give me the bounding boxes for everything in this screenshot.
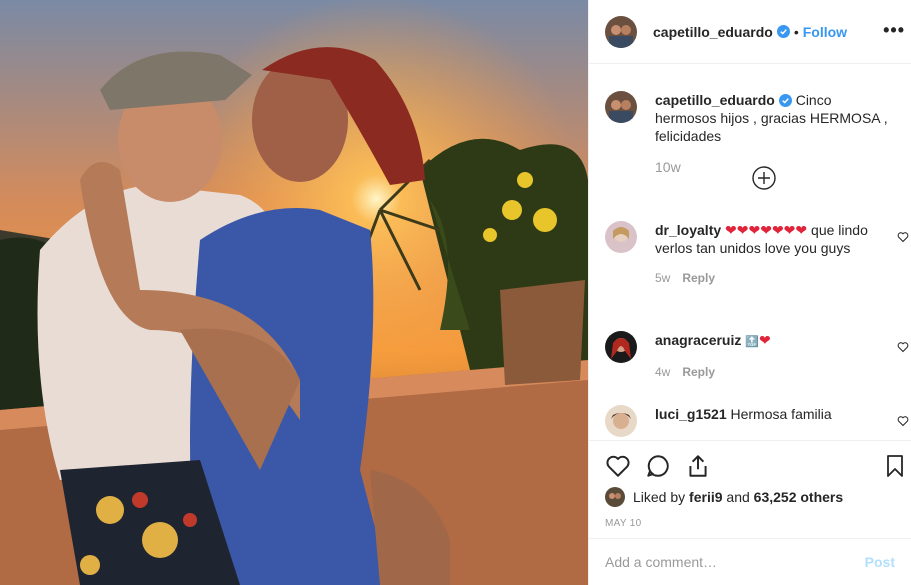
- comment-username[interactable]: dr_loyalty: [655, 222, 721, 238]
- share-icon[interactable]: [685, 453, 711, 479]
- post-actions: Liked by ferii9 and 63,252 others MAY 10: [589, 440, 911, 529]
- author-avatar[interactable]: [605, 15, 637, 48]
- comment-time[interactable]: 4w: [655, 365, 670, 379]
- comment-meta: 5w Reply: [655, 271, 885, 285]
- post-side-panel: capetillo_eduardo • Follow ••• capetillo…: [588, 0, 911, 585]
- comment-bubble-icon[interactable]: [645, 453, 671, 479]
- caption-username[interactable]: capetillo_eduardo: [655, 92, 775, 108]
- likes-others-count[interactable]: 63,252 others: [754, 489, 844, 505]
- commenter-avatar[interactable]: [605, 331, 637, 363]
- liked-by-prefix: Liked by: [633, 489, 686, 505]
- comment-item: anagraceruiz 🔝❤ 4w Reply: [605, 331, 909, 379]
- liker-username[interactable]: ferii9: [689, 489, 722, 505]
- post-photo[interactable]: [0, 0, 588, 585]
- caption-avatar[interactable]: [605, 91, 637, 123]
- reply-button[interactable]: Reply: [682, 365, 715, 379]
- comment-text: dr_loyalty ❤❤❤❤❤❤❤ que lindo verlos tan …: [655, 221, 885, 257]
- header-separator: •: [793, 23, 799, 40]
- liked-and: and: [726, 489, 750, 505]
- comment-heart: ❤: [758, 332, 771, 348]
- commenter-avatar[interactable]: [605, 221, 637, 253]
- comment-hearts: ❤❤❤❤❤❤❤: [725, 222, 808, 238]
- comment-text: anagraceruiz 🔝❤: [655, 331, 885, 351]
- caption: capetillo_eduardo Cinco hermosos hijos ,…: [605, 91, 895, 175]
- likes-summary: Liked by ferii9 and 63,252 others: [605, 487, 843, 507]
- comment-username[interactable]: luci_g1521: [655, 406, 727, 422]
- like-comment-icon[interactable]: [897, 231, 909, 243]
- post-header: capetillo_eduardo • Follow •••: [589, 0, 911, 64]
- top-emoji: 🔝: [745, 336, 759, 348]
- post-comment-button[interactable]: Post: [865, 554, 895, 570]
- like-heart-icon[interactable]: [605, 453, 631, 479]
- comment-item: dr_loyalty ❤❤❤❤❤❤❤ que lindo verlos tan …: [605, 221, 909, 285]
- like-comment-icon[interactable]: [897, 415, 909, 427]
- comment-item: luci_g1521 Hermosa familia: [605, 405, 909, 437]
- add-comment-input[interactable]: [605, 554, 865, 570]
- comment-text: luci_g1521 Hermosa familia: [655, 405, 832, 437]
- instagram-post: capetillo_eduardo • Follow ••• capetillo…: [0, 0, 911, 585]
- save-bookmark-icon[interactable]: [883, 453, 907, 479]
- sunset-couple-image: [0, 0, 588, 585]
- post-date[interactable]: MAY 10: [605, 518, 641, 529]
- reply-button[interactable]: Reply: [682, 271, 715, 285]
- like-comment-icon[interactable]: [897, 341, 909, 353]
- comments-list[interactable]: capetillo_eduardo Cinco hermosos hijos ,…: [589, 65, 911, 439]
- comment-time[interactable]: 5w: [655, 271, 670, 285]
- commenter-avatar[interactable]: [605, 405, 637, 437]
- follow-button[interactable]: Follow: [803, 24, 847, 40]
- author-username[interactable]: capetillo_eduardo: [653, 24, 773, 40]
- caption-text: capetillo_eduardo Cinco hermosos hijos ,…: [655, 91, 895, 145]
- more-options-icon[interactable]: •••: [883, 21, 905, 39]
- comment-meta: 4w Reply: [655, 365, 885, 379]
- action-icons: [589, 441, 911, 491]
- comment-body: Hermosa familia: [730, 406, 832, 422]
- verified-badge-icon: [778, 94, 792, 107]
- add-comment-bar: Post: [589, 538, 911, 585]
- comment-username[interactable]: anagraceruiz: [655, 332, 741, 348]
- liker-avatar[interactable]: [605, 487, 625, 507]
- verified-badge-icon: [776, 25, 790, 38]
- load-more-comments-icon[interactable]: [752, 166, 776, 190]
